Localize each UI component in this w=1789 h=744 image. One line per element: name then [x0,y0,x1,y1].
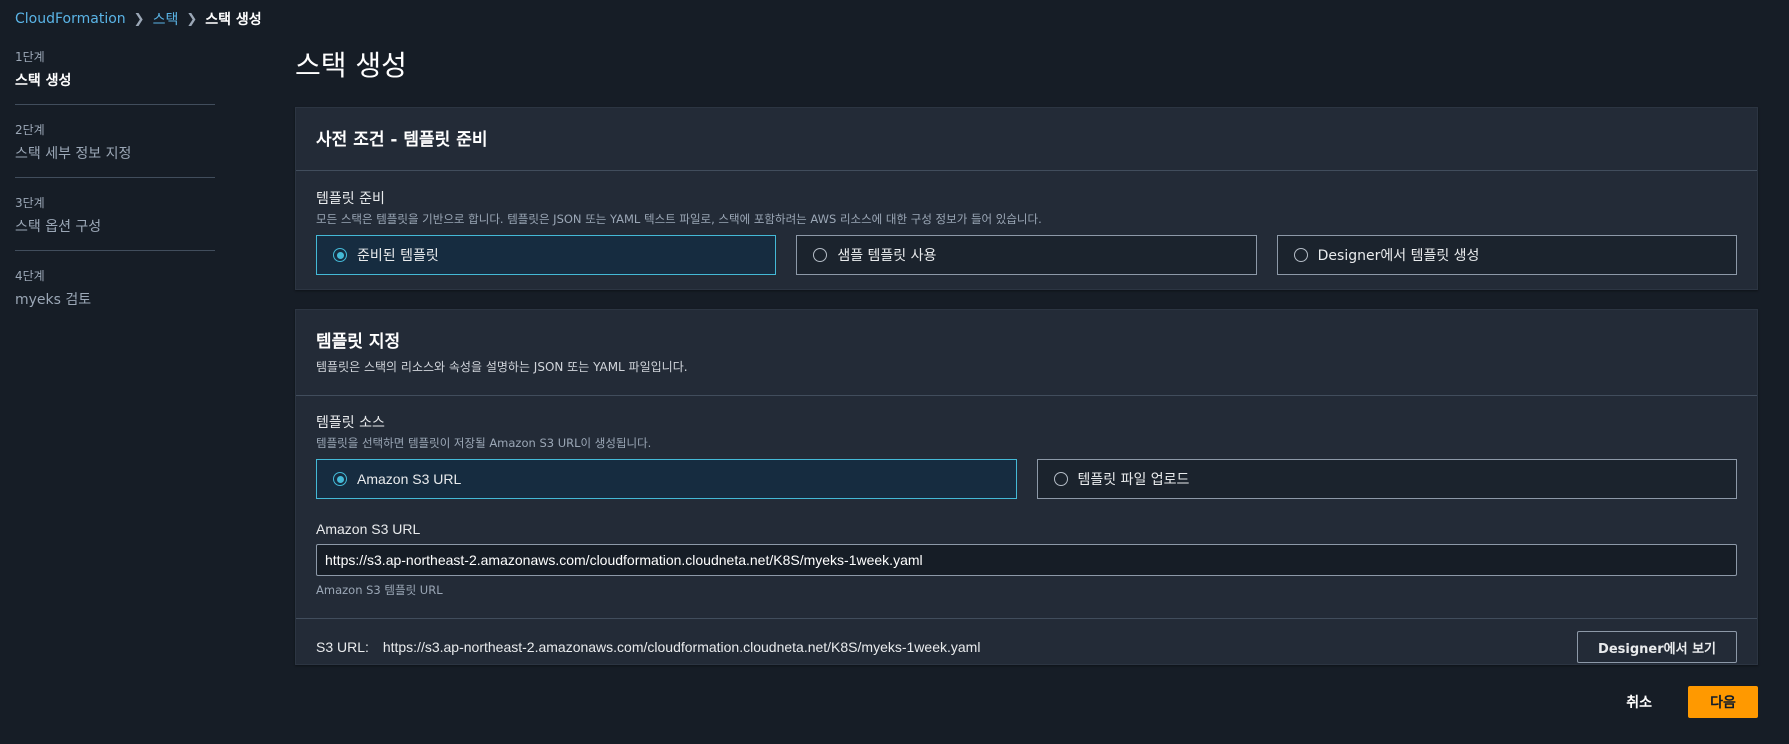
option-template-ready[interactable]: 준비된 템플릿 [316,235,777,275]
panel-body: 템플릿 준비 모든 스택은 템플릿을 기반으로 합니다. 템플릿은 JSON 또… [296,171,1757,293]
breadcrumb-stacks-link[interactable]: 스택 [153,9,179,29]
wizard-steps: 1단계 스택 생성 2단계 스택 세부 정보 지정 3단계 스택 옵션 구성 4… [15,48,215,339]
breadcrumb-cloudformation-link[interactable]: CloudFormation [15,11,126,27]
panel-description: 템플릿은 스택의 리소스와 속성을 설명하는 JSON 또는 YAML 파일입니… [316,360,688,374]
chevron-right-icon: ❯ [186,11,198,27]
url-constraint-text: Amazon S3 템플릿 URL [316,583,443,597]
radio-unchecked-icon[interactable] [1293,248,1308,262]
radio-checked-icon[interactable] [333,472,347,486]
step-number: 1단계 [15,50,45,64]
breadcrumb: CloudFormation ❯ 스택 ❯ 스택 생성 [15,9,262,29]
wizard-step-2: 2단계 스택 세부 정보 지정 [15,121,215,178]
option-upload-template-file[interactable]: 템플릿 파일 업로드 [1036,459,1737,499]
option-label: 템플릿 파일 업로드 [1077,472,1190,488]
option-label: Designer에서 템플릿 생성 [1317,248,1480,264]
option-label: 준비된 템플릿 [357,248,439,264]
wizard-step-4: 4단계 myeks 검토 [15,267,215,323]
view-in-designer-button[interactable]: Designer에서 보기 [1577,631,1737,663]
s3-url-value: https://s3.ap-northeast-2.amazonaws.com/… [382,639,981,655]
s3-url-display: S3 URL: https://s3.ap-northeast-2.amazon… [316,639,980,655]
step-label: 스택 세부 정보 지정 [15,146,132,162]
panel-header: 템플릿 지정 템플릿은 스택의 리소스와 속성을 설명하는 JSON 또는 YA… [296,310,1757,396]
next-button[interactable]: 다음 [1688,686,1758,718]
s3-url-label: S3 URL: [316,639,369,655]
prerequisite-panel: 사전 조건 - 템플릿 준비 템플릿 준비 모든 스택은 템플릿을 기반으로 합… [295,107,1758,290]
radio-unchecked-icon[interactable] [1053,472,1068,486]
panel-title: 사전 조건 - 템플릿 준비 [316,130,488,150]
panel-body: 템플릿 소스 템플릿을 선택하면 템플릿이 저장될 Amazon S3 URL이… [296,396,1757,618]
option-sample-template[interactable]: 샘플 템플릿 사용 [796,235,1257,275]
field-label: 템플릿 소스 [316,415,385,431]
prepare-template-options: 준비된 템플릿 샘플 템플릿 사용 Designer에서 템플릿 생성 [316,235,1737,275]
option-amazon-s3-url[interactable]: Amazon S3 URL [316,459,1017,499]
form-actions: 취소 다음 [1614,686,1758,718]
url-field-label: Amazon S3 URL [316,521,421,537]
wizard-step-1: 1단계 스택 생성 [15,48,215,105]
panel-header: 사전 조건 - 템플릿 준비 [296,108,1757,171]
page-title: 스택 생성 [295,49,407,82]
step-number: 4단계 [15,269,45,283]
option-create-in-designer[interactable]: Designer에서 템플릿 생성 [1276,235,1737,275]
radio-checked-icon[interactable] [333,248,347,262]
option-label: 샘플 템플릿 사용 [837,248,937,264]
chevron-right-icon: ❯ [133,11,145,27]
option-label: Amazon S3 URL [357,471,462,487]
wizard-step-3: 3단계 스택 옵션 구성 [15,194,215,251]
panel-title: 템플릿 지정 [316,332,401,352]
field-description: 템플릿을 선택하면 템플릿이 저장될 Amazon S3 URL이 생성됩니다. [316,436,652,450]
field-description: 모든 스택은 템플릿을 기반으로 합니다. 템플릿은 JSON 또는 YAML … [316,212,1042,226]
step-label: 스택 옵션 구성 [15,219,102,235]
step-number: 2단계 [15,123,45,137]
step-label: myeks 검토 [15,292,92,308]
step-label: 스택 생성 [15,73,72,89]
specify-template-panel: 템플릿 지정 템플릿은 스택의 리소스와 속성을 설명하는 JSON 또는 YA… [295,309,1758,665]
breadcrumb-current: 스택 생성 [205,12,262,28]
radio-unchecked-icon[interactable] [813,248,828,262]
template-source-options: Amazon S3 URL 템플릿 파일 업로드 [316,459,1737,499]
cancel-button[interactable]: 취소 [1614,692,1664,712]
field-label: 템플릿 준비 [316,191,385,207]
amazon-s3-url-input[interactable] [316,544,1737,576]
panel-footer: S3 URL: https://s3.ap-northeast-2.amazon… [296,618,1757,675]
step-number: 3단계 [15,196,45,210]
